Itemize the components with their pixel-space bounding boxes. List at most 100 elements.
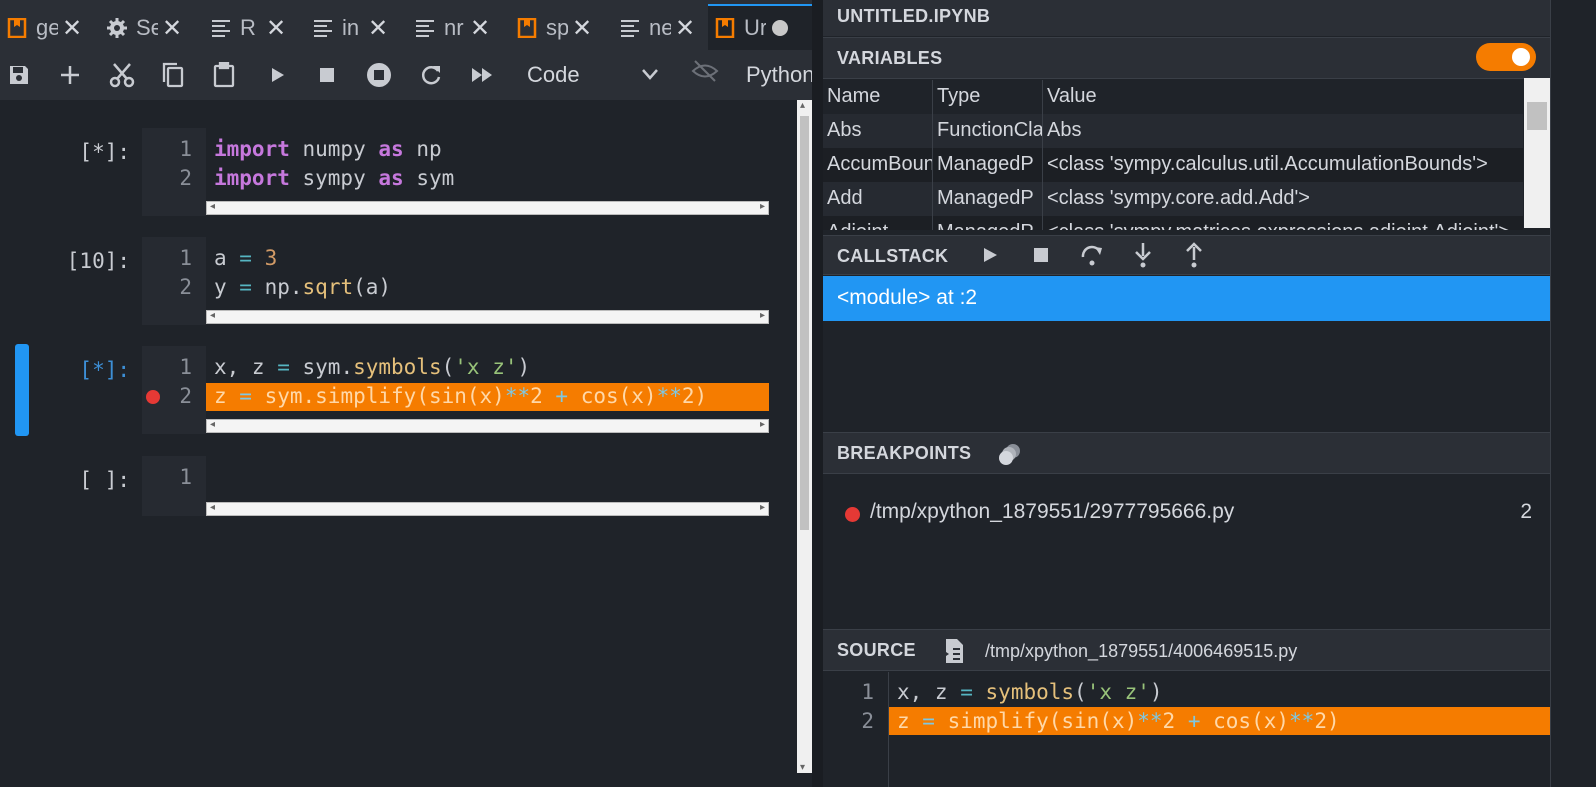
kernel-name[interactable]: Python bbox=[746, 62, 815, 88]
code-cell[interactable]: [ ]: 1 ◂ ▸ bbox=[0, 456, 795, 518]
breakpoints-title: BREAKPOINTS bbox=[837, 443, 972, 463]
code-editor[interactable]: import numpy as np import sympy as sym bbox=[206, 128, 769, 200]
horizontal-scrollbar[interactable]: ◂ ▸ bbox=[206, 419, 769, 433]
run-button[interactable] bbox=[262, 60, 292, 90]
source-code-view[interactable]: x, z = symbols('x z') z = simplify(sin(x… bbox=[889, 672, 1550, 787]
cut-button[interactable] bbox=[107, 60, 137, 90]
tab-settings[interactable]: Se ✕ bbox=[100, 6, 202, 50]
close-icon[interactable]: ✕ bbox=[572, 14, 592, 43]
code-line: z = simplify(sin(x)**2 + cos(x)**2) bbox=[897, 709, 1340, 733]
debugger-title: UNTITLED.IPYNB bbox=[837, 6, 991, 26]
interrupt-button[interactable] bbox=[312, 60, 342, 90]
tab-untitled[interactable]: Ur bbox=[708, 4, 812, 50]
close-icon[interactable]: ✕ bbox=[470, 14, 490, 43]
step-in-button[interactable] bbox=[1124, 236, 1162, 274]
save-button[interactable] bbox=[4, 60, 34, 90]
tab-sp[interactable]: sp ✕ bbox=[510, 6, 610, 50]
debugger-panel: UNTITLED.IPYNB VARIABLES Name Type Value… bbox=[823, 0, 1550, 787]
clipboard-icon bbox=[213, 62, 235, 88]
eye-off-icon[interactable] bbox=[690, 56, 720, 86]
horizontal-scrollbar[interactable]: ◂ ▸ bbox=[206, 310, 769, 324]
right-sidebar-edge bbox=[1550, 0, 1596, 787]
cell-prompt: [*]: bbox=[79, 140, 130, 164]
cell-prompt: [10]: bbox=[66, 249, 130, 273]
unsaved-dot-icon[interactable] bbox=[772, 20, 788, 36]
breakpoint-path: /tmp/xpython_1879551/2977795666.py bbox=[870, 500, 1235, 523]
line-gutter: 1 2 bbox=[142, 128, 206, 216]
remove-all-breakpoints-icon[interactable] bbox=[991, 435, 1029, 473]
close-icon[interactable]: ✕ bbox=[368, 14, 388, 43]
source-line-gutter: 1 2 bbox=[823, 672, 889, 787]
breakpoint-marker[interactable] bbox=[146, 390, 160, 404]
refresh-button[interactable] bbox=[416, 60, 446, 90]
scissors-icon bbox=[109, 63, 135, 88]
table-row[interactable]: Abs FunctionCla Abs bbox=[823, 114, 1523, 148]
code-line: y = np.sqrt(a) bbox=[214, 275, 392, 299]
code-line: z = sym.simplify(sin(x)**2 + cos(x)**2) bbox=[214, 384, 708, 408]
notebook-toolbar: Code Python bbox=[0, 50, 815, 100]
paste-button[interactable] bbox=[209, 60, 239, 90]
code-editor[interactable] bbox=[206, 456, 769, 500]
panel-divider[interactable] bbox=[812, 0, 823, 787]
tab-ge[interactable]: ge ✕ bbox=[0, 6, 100, 50]
source-title: SOURCE bbox=[837, 640, 916, 660]
active-cell-indicator bbox=[15, 344, 29, 436]
debugger-title-bar: UNTITLED.IPYNB bbox=[823, 0, 1550, 36]
table-row[interactable]: Add ManagedP <class 'sympy.core.add.Add'… bbox=[823, 182, 1523, 216]
variables-toggle[interactable] bbox=[1476, 43, 1536, 71]
restart-kernel-button[interactable] bbox=[364, 60, 394, 90]
code-line: x, z = sym.symbols('x z') bbox=[214, 355, 531, 379]
callstack-header: CALLSTACK bbox=[823, 235, 1550, 275]
source-path: /tmp/xpython_1879551/4006469515.py bbox=[985, 641, 1298, 661]
tab-r[interactable]: R ✕ bbox=[204, 6, 304, 50]
fast-forward-icon bbox=[472, 68, 492, 82]
refresh-icon bbox=[421, 66, 441, 85]
breakpoint-item[interactable]: /tmp/xpython_1879551/2977795666.py 2 bbox=[823, 495, 1550, 531]
chevron-down-icon[interactable] bbox=[640, 62, 660, 91]
horizontal-scrollbar[interactable]: ◂ ▸ bbox=[206, 201, 769, 215]
terminate-button[interactable] bbox=[1022, 236, 1060, 274]
horizontal-scrollbar[interactable]: ◂ ▸ bbox=[206, 502, 769, 516]
play-icon bbox=[272, 68, 284, 82]
code-cell[interactable]: [*]: 1 2 import numpy as np import sympy… bbox=[0, 128, 795, 216]
tab-nr[interactable]: nr ✕ bbox=[408, 6, 508, 50]
close-icon[interactable]: ✕ bbox=[675, 14, 695, 43]
notebook-icon bbox=[714, 17, 736, 39]
stop-circle-icon bbox=[367, 63, 391, 87]
step-over-button[interactable] bbox=[1073, 236, 1111, 274]
table-row[interactable]: AccumBoun ManagedP <class 'sympy.calculu… bbox=[823, 148, 1523, 182]
tab-in[interactable]: in ✕ bbox=[306, 6, 406, 50]
callstack-frame[interactable]: <module> at :2 bbox=[823, 276, 1550, 321]
close-icon[interactable]: ✕ bbox=[62, 14, 82, 43]
variables-scrollbar[interactable] bbox=[1524, 78, 1550, 228]
code-editor[interactable]: x, z = sym.symbols('x z') z = sym.simpli… bbox=[206, 346, 769, 418]
code-line: x, z = symbols('x z') bbox=[897, 680, 1163, 704]
close-icon[interactable]: ✕ bbox=[162, 14, 182, 43]
cell-prompt: [*]: bbox=[79, 358, 130, 382]
line-gutter: 1 2 bbox=[142, 237, 206, 325]
table-row[interactable]: Adjoint ManagedP <class 'sympy.matrices.… bbox=[823, 216, 1523, 230]
code-editor[interactable]: a = 3 y = np.sqrt(a) bbox=[206, 237, 769, 309]
code-cell-active[interactable]: [*]: 1 2 x, z = sym.symbols('x z') z = s… bbox=[0, 344, 795, 436]
continue-button[interactable] bbox=[971, 236, 1009, 274]
text-file-icon bbox=[210, 17, 232, 39]
close-icon[interactable]: ✕ bbox=[266, 14, 286, 43]
callstack-title: CALLSTACK bbox=[837, 246, 949, 266]
text-file-icon bbox=[619, 17, 641, 39]
step-over-icon bbox=[1081, 245, 1102, 266]
text-file-icon bbox=[312, 17, 334, 39]
save-icon bbox=[10, 66, 28, 84]
step-out-button[interactable] bbox=[1175, 236, 1213, 274]
play-icon bbox=[984, 248, 997, 262]
code-cell[interactable]: [10]: 1 2 a = 3 y = np.sqrt(a) ◂ ▸ bbox=[0, 237, 795, 325]
cell-type-select[interactable]: Code bbox=[527, 62, 580, 88]
variables-table: Name Type Value Abs FunctionCla Abs Accu… bbox=[823, 80, 1523, 230]
run-all-button[interactable] bbox=[468, 60, 498, 90]
code-line: import numpy as np bbox=[214, 137, 442, 161]
copy-button[interactable] bbox=[158, 60, 188, 90]
gear-icon bbox=[106, 17, 128, 39]
add-cell-button[interactable] bbox=[55, 60, 85, 90]
vertical-scrollbar[interactable]: ▴ ▾ bbox=[797, 100, 812, 773]
tab-ne[interactable]: ne ✕ bbox=[613, 6, 707, 50]
open-source-icon[interactable] bbox=[935, 632, 973, 670]
